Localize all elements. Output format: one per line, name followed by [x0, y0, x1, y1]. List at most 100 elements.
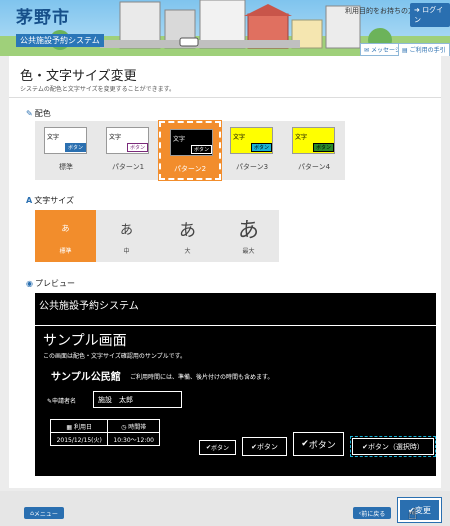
- size-option[interactable]: あ中: [96, 210, 157, 262]
- swatch-button: ボタン: [65, 143, 86, 152]
- app-title: 茅野市: [16, 8, 70, 28]
- app-subtitle: 公共施設予約システム: [16, 34, 104, 47]
- color-option-label: パターン4: [297, 163, 331, 171]
- book-icon: ▤: [402, 47, 408, 54]
- size-glyph: あ: [61, 224, 70, 233]
- size-glyph: あ: [179, 221, 196, 241]
- hand-cursor-icon: ☝: [408, 505, 418, 523]
- swatch-button: ボタン: [191, 145, 212, 154]
- font-icon: A: [26, 196, 33, 205]
- time-slot-header: ◷ 時間帯: [107, 419, 160, 433]
- table-row: ▦ 利用日 ◷ 時間帯: [49, 419, 160, 433]
- swatch-button: ボタン: [313, 143, 334, 152]
- preview-button-small[interactable]: ✔ ボタン: [199, 440, 236, 455]
- check-icon: ✔: [301, 439, 309, 449]
- color-option[interactable]: 文字 ボタンパターン1: [97, 121, 159, 180]
- preview-heading: サンプル画面: [43, 333, 127, 349]
- usage-date-label: 利用日: [73, 423, 92, 431]
- color-option[interactable]: 文字 ボタンパターン3: [221, 121, 283, 180]
- size-option-label: 大: [184, 248, 191, 255]
- site-header: 茅野市 公共施設予約システム 利用目的をお持ちの方 ➜ ログイン ✉ メッセージ…: [0, 0, 450, 56]
- size-glyph: あ: [238, 218, 259, 242]
- page-title: 色・文字サイズ変更: [20, 69, 137, 84]
- swatch-text: 文字: [109, 134, 122, 141]
- preview-panel: 公共施設予約システム サンプル画面 この画面は配色・文字サイズ確認用のサンプルで…: [35, 293, 436, 476]
- size-option-label: 中: [123, 248, 130, 255]
- color-section-label: 配色: [34, 109, 51, 118]
- footer-bar: ⌂ メニュー ‹ 前に戻る: [0, 491, 450, 526]
- page-description: システムの配色と文字サイズを変更することができます。: [20, 86, 176, 93]
- brand[interactable]: 茅野市 公共施設予約システム: [16, 3, 104, 47]
- preview-system-title: 公共施設予約システム: [39, 301, 139, 312]
- preview-button-label: ボタン（選択時）: [367, 442, 424, 451]
- help-label: ご利用の手引き: [409, 47, 446, 54]
- size-section-label: 文字サイズ: [34, 196, 74, 205]
- title-divider: [9, 97, 441, 98]
- swatch-text: 文字: [173, 136, 186, 143]
- brush-icon: ✎: [26, 109, 33, 118]
- preview-description: この画面は配色・文字サイズ確認用のサンプルです。: [43, 353, 187, 360]
- welcome-text: 利用目的をお持ちの方: [345, 7, 415, 15]
- swatch-text: 文字: [47, 134, 60, 141]
- calendar-icon: ▦: [66, 423, 73, 431]
- color-preview-swatch: 文字 ボタン: [44, 127, 87, 154]
- preview-button-medium[interactable]: ✔ ボタン: [242, 437, 287, 456]
- help-link[interactable]: ▤ ご利用の手引き: [398, 43, 450, 56]
- color-option[interactable]: 文字 ボタン 標準: [35, 121, 97, 180]
- change-label: 変更: [414, 505, 431, 515]
- preview-divider: [35, 325, 436, 326]
- size-options: あ標準あ中あ大あ最大: [35, 210, 279, 262]
- color-section-title: ✎ 配色: [26, 108, 51, 119]
- color-preview-swatch: 文字 ボタン: [106, 127, 149, 154]
- message-icon: ✉: [364, 47, 370, 54]
- preview-button-label: ボタン: [256, 442, 278, 451]
- color-option-label: パターン3: [235, 163, 269, 171]
- color-option[interactable]: 文字 ボタンパターン4: [283, 121, 345, 180]
- preview-facility-note: ご利用時間には、準備、後片付けの時間も含めます。: [130, 374, 274, 381]
- size-option[interactable]: あ標準: [35, 210, 96, 262]
- preview-facility-name: サンプル公民館: [51, 372, 121, 383]
- preview-section-label: プレビュー: [34, 279, 75, 288]
- color-options: 文字 ボタン 標準 文字 ボタン パターン1 文字 ボタン パターン2 文字 ボタン パターン3 文字ボ…: [35, 120, 345, 181]
- time-slot-value: 10:30～12:00: [107, 432, 160, 446]
- color-preview-swatch: 文字 ボタン: [170, 129, 213, 156]
- swatch-button: ボタン: [251, 143, 272, 152]
- preview-button-label: ボタン: [211, 445, 230, 452]
- size-option-label: 標準: [59, 248, 72, 255]
- change-button[interactable]: ✔ 変更: [397, 497, 442, 523]
- menu-label: メニュー: [33, 510, 58, 518]
- login-icon: ➜: [414, 6, 420, 14]
- size-section-title: A 文字サイズ: [26, 195, 74, 206]
- message-label: メッセージ: [370, 47, 401, 54]
- size-glyph: あ: [119, 223, 133, 238]
- clock-icon: ◷: [121, 423, 127, 431]
- main-panel: 色・文字サイズ変更 システムの配色と文字サイズを変更することができます。 ✎ 配色…: [9, 56, 441, 488]
- back-label: 前に戻る: [361, 510, 386, 518]
- applicant-field[interactable]: 施設 太郎: [93, 391, 182, 408]
- eye-icon: ◉: [26, 279, 33, 288]
- swatch-button: ボタン: [127, 143, 148, 152]
- preview-section-title: ◉ プレビュー: [26, 278, 75, 289]
- color-preview-swatch: 文字 ボタン: [292, 127, 335, 154]
- time-slot-label: 時間帯: [128, 423, 147, 431]
- preview-button-large[interactable]: ✔ ボタン: [293, 432, 344, 456]
- menu-button[interactable]: ⌂ メニュー: [24, 507, 64, 519]
- color-option-label: パターン1: [111, 163, 145, 171]
- login-button[interactable]: ➜ ログイン: [410, 3, 450, 27]
- back-button[interactable]: ‹ 前に戻る: [353, 507, 391, 519]
- preview-button-label: ボタン: [308, 440, 336, 451]
- table-row: 2015/12/15(火) 10:30～12:00: [49, 432, 160, 446]
- applicant-label-text: 申請者名: [52, 398, 77, 405]
- preview-button-selected[interactable]: ✔ ボタン（選択時）: [350, 436, 436, 457]
- usage-table: ▦ 利用日 ◷ 時間帯 2015/12/15(火) 10:30～12:00: [49, 419, 160, 446]
- color-option[interactable]: 文字 ボタンパターン2: [158, 120, 222, 181]
- swatch-text: 文字: [295, 134, 308, 141]
- color-preview-swatch: 文字 ボタン: [230, 127, 273, 154]
- usage-date-value: 2015/12/15(火): [49, 432, 109, 446]
- size-option[interactable]: あ大: [157, 210, 218, 262]
- swatch-text: 文字: [233, 134, 246, 141]
- color-option-label: パターン2: [173, 165, 207, 173]
- size-option[interactable]: あ最大: [218, 210, 279, 262]
- usage-date-header: ▦ 利用日: [49, 419, 109, 433]
- applicant-label: ✎申請者名: [47, 396, 76, 405]
